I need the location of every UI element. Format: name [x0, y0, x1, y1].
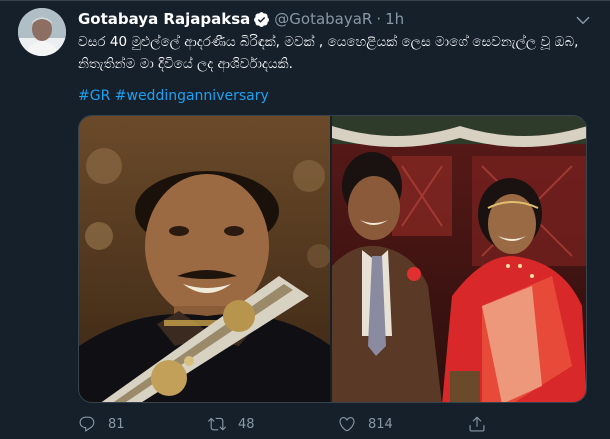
reply-icon	[79, 416, 95, 432]
reply-count: 81	[108, 416, 125, 432]
tweet-header: Gotabaya Rajapaksa @GotabayaR · 1h	[78, 8, 570, 30]
retweet-count: 48	[238, 416, 255, 432]
hashtag-weddinganniversary[interactable]: #weddinganniversary	[115, 88, 269, 104]
tweet-text: වසර 40 මුළුල්ලේ ආදරණීය බිරිඳක්, මවක් , ය…	[78, 31, 598, 75]
avatar-image	[18, 8, 66, 56]
like-button[interactable]: 814	[338, 415, 468, 433]
retweet-icon	[208, 417, 226, 431]
photo-wedding-couple[interactable]	[332, 116, 586, 402]
verified-badge-icon	[254, 11, 270, 27]
tweet-text-line-1: වසර 40 මුළුල්ලේ ආදරණීය බිරිඳක්, මවක් , ය…	[78, 34, 579, 50]
wedding-couple-image	[332, 116, 586, 402]
author-handle[interactable]: @GotabayaR	[274, 10, 372, 28]
reply-button[interactable]: 81	[78, 415, 208, 433]
share-icon	[469, 416, 485, 432]
author-name[interactable]: Gotabaya Rajapaksa	[78, 10, 250, 28]
avatar[interactable]	[18, 8, 66, 56]
tweet[interactable]: Gotabaya Rajapaksa @GotabayaR · 1h වසර 4…	[0, 0, 610, 439]
hashtag-gr[interactable]: #GR	[78, 88, 110, 104]
hashtags: #GR #weddinganniversary	[78, 85, 269, 107]
separator-dot: ·	[376, 10, 382, 28]
chevron-down-icon[interactable]	[574, 11, 592, 29]
photo-groom-portrait[interactable]	[79, 116, 330, 402]
tweet-actions: 81 48 814	[78, 411, 598, 437]
tweet-text-line-2: නිතැතින්ම මා දිවියේ ලද ආශිර්වාදයකි.	[78, 56, 293, 72]
groom-portrait-image	[79, 116, 330, 402]
like-count: 814	[368, 416, 393, 432]
like-icon	[339, 417, 355, 432]
retweet-button[interactable]: 48	[208, 415, 338, 433]
share-button[interactable]	[468, 415, 598, 433]
tweet-media[interactable]	[78, 115, 587, 403]
timestamp[interactable]: 1h	[385, 10, 404, 28]
